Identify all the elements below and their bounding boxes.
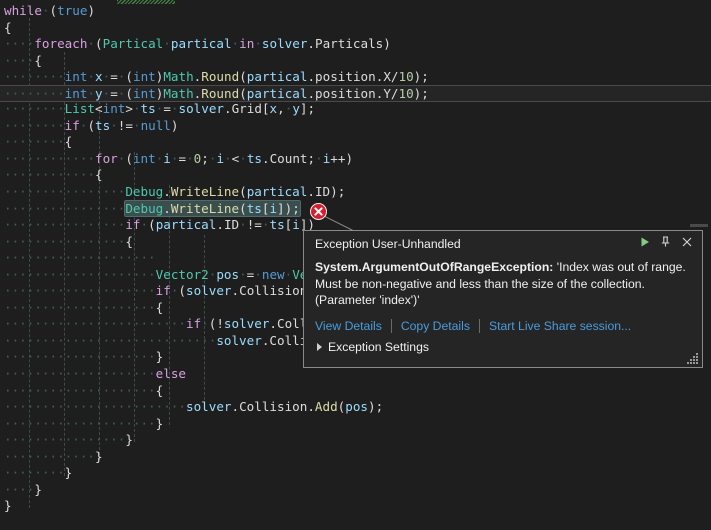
close-icon (681, 235, 693, 253)
scrollbar-thumb[interactable] (690, 224, 708, 227)
code-line[interactable]: ····················} (0, 416, 711, 433)
grip-dot (696, 356, 698, 358)
chevron-right-icon (317, 342, 322, 351)
view-details-link[interactable]: View Details (315, 319, 382, 333)
code-line[interactable]: ········int·x·=·(int)Math.Round(partical… (0, 69, 711, 86)
pin-button[interactable] (656, 235, 675, 254)
exception-popup-links: View Details Copy Details Start Live Sha… (315, 318, 691, 333)
grip-dot (690, 362, 692, 364)
start-live-share-link[interactable]: Start Live Share session... (489, 319, 631, 333)
play-icon (639, 235, 651, 253)
code-line[interactable]: ····{ (0, 53, 711, 70)
code-line[interactable]: while·(true) (0, 3, 711, 20)
grip-dot (687, 362, 689, 364)
grip-dot (693, 356, 695, 358)
code-line[interactable]: ········int·y·=·(int)Math.Round(partical… (0, 84, 711, 103)
link-separator (478, 318, 480, 333)
code-line[interactable]: ····foreach·(Partical·partical·in·solver… (0, 36, 711, 53)
grip-dot (696, 362, 698, 364)
grip-dot (693, 359, 695, 361)
exception-popup-header: Exception User-Unhandled (304, 231, 702, 257)
exception-settings-toggle[interactable]: Exception Settings (315, 340, 691, 354)
resize-grip[interactable] (687, 352, 699, 364)
continue-button[interactable] (635, 235, 654, 254)
exception-popup-body: System.ArgumentOutOfRangeException: 'Ind… (304, 257, 702, 354)
close-button[interactable] (677, 235, 696, 254)
grip-dot (690, 359, 692, 361)
exception-settings-label: Exception Settings (328, 339, 429, 354)
code-line[interactable]: ········{ (0, 134, 711, 151)
code-line[interactable]: } (0, 498, 711, 515)
code-line[interactable]: ········List<int>·ts·=·solver.Grid[x,·y]… (0, 101, 711, 118)
code-line[interactable]: { (0, 20, 711, 37)
code-line[interactable]: ············{ (0, 167, 711, 184)
exception-error-icon[interactable] (310, 203, 327, 220)
code-line[interactable]: ················} (0, 432, 711, 449)
exception-statement: Debug.WriteLine(ts[i]); (124, 199, 301, 217)
grip-dot (696, 353, 698, 355)
code-editor[interactable]: while·(true){····foreach·(Partical·parti… (0, 0, 711, 530)
code-line[interactable]: ····} (0, 482, 711, 499)
code-line[interactable]: ························solver.Collision… (0, 399, 711, 416)
code-line[interactable]: ········} (0, 465, 711, 482)
pin-icon (659, 235, 672, 253)
code-line[interactable]: ············} (0, 449, 711, 466)
link-separator (390, 318, 392, 333)
code-line[interactable]: ········if·(ts·!=·null) (0, 118, 711, 135)
exception-type: System.ArgumentOutOfRangeException: (315, 260, 554, 274)
code-line[interactable]: ····················else (0, 366, 711, 383)
exception-popup-title: Exception User-Unhandled (315, 237, 461, 251)
code-line[interactable]: ················Debug.WriteLine(partical… (0, 184, 711, 201)
copy-details-link[interactable]: Copy Details (401, 319, 470, 333)
grip-dot (693, 362, 695, 364)
exception-message: System.ArgumentOutOfRangeException: 'Ind… (315, 259, 691, 309)
exception-popup[interactable]: Exception User-Unhandled System.Argument… (303, 230, 703, 368)
exception-popup-header-buttons (635, 235, 696, 254)
grip-dot (696, 359, 698, 361)
code-line[interactable]: ············for·(int·i·=·0;·i·<·ts.Count… (0, 151, 711, 168)
code-line[interactable]: ····················{ (0, 383, 711, 400)
